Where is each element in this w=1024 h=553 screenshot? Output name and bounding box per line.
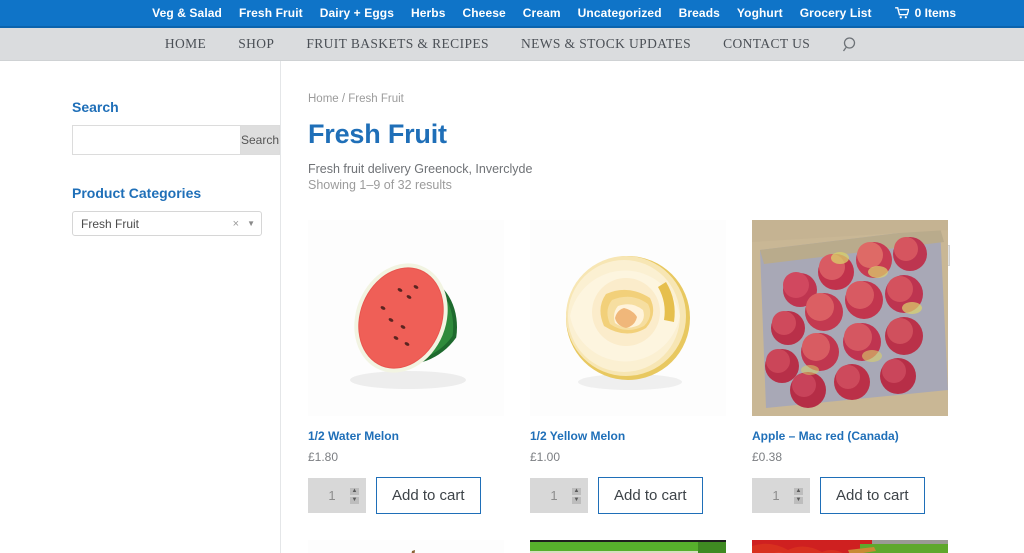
product-price: £1.80 <box>308 450 339 464</box>
search-submit-button[interactable]: Search <box>240 125 281 155</box>
page-title: Fresh Fruit <box>308 119 447 149</box>
product-card <box>308 540 504 553</box>
top-category-nav: Veg & Salad Fresh Fruit Dairy + Eggs Her… <box>152 6 956 20</box>
product-image-strawberries[interactable] <box>752 540 948 553</box>
nav-item-home[interactable]: HOME <box>165 36 206 52</box>
quantity-decrease-icon[interactable]: ▼ <box>572 496 581 504</box>
nav-item-news-stock[interactable]: NEWS & STOCK UPDATES <box>521 36 691 52</box>
quantity-increase-icon[interactable]: ▲ <box>350 487 359 495</box>
breadcrumb-home[interactable]: Home <box>308 93 339 105</box>
quantity-increase-icon[interactable]: ▲ <box>572 487 581 495</box>
quantity-decrease-icon[interactable]: ▼ <box>794 496 803 504</box>
quantity-stepper[interactable]: 1 ▲ ▼ <box>308 478 366 513</box>
quantity-spinner[interactable]: ▲ ▼ <box>572 487 581 504</box>
product-card <box>752 540 948 553</box>
nav-item-contact-us[interactable]: CONTACT US <box>723 36 810 52</box>
quantity-stepper[interactable]: 1 ▲ ▼ <box>530 478 588 513</box>
product-card: Apple – Mac red (Canada) £0.38 1 ▲ ▼ Add… <box>752 220 948 514</box>
topbar-link-uncategorized[interactable]: Uncategorized <box>578 6 662 20</box>
main-navigation: HOME SHOP FRUIT BASKETS & RECIPES NEWS &… <box>0 28 1024 61</box>
product-image-watermelon[interactable] <box>308 220 504 416</box>
topbar-link-grocery-list[interactable]: Grocery List <box>800 6 872 20</box>
product-title[interactable]: 1/2 Water Melon <box>308 429 504 443</box>
top-category-bar: Veg & Salad Fresh Fruit Dairy + Eggs Her… <box>0 0 1024 28</box>
cart-button[interactable]: 0 Items <box>894 6 956 20</box>
quantity-stepper[interactable]: 1 ▲ ▼ <box>752 478 810 513</box>
quantity-increase-icon[interactable]: ▲ <box>794 487 803 495</box>
breadcrumb: Home / Fresh Fruit <box>308 93 950 105</box>
nav-item-shop[interactable]: SHOP <box>238 36 274 52</box>
product-cart-row: 1 ▲ ▼ Add to cart <box>530 477 726 514</box>
product-image-green-pears[interactable] <box>530 540 726 553</box>
product-categories-widget: Product Categories Fresh Fruit × ▼ <box>72 185 262 236</box>
product-title[interactable]: Apple – Mac red (Canada) <box>752 429 948 443</box>
search-form: Search <box>72 125 281 155</box>
product-image-apple-stem[interactable] <box>308 540 504 553</box>
result-count: Showing 1–9 of 32 results <box>308 178 452 192</box>
sidebar: Search Search Product Categories Fresh F… <box>0 61 281 553</box>
add-to-cart-button[interactable]: Add to cart <box>820 477 925 514</box>
quantity-spinner[interactable]: ▲ ▼ <box>350 487 359 504</box>
nav-item-fruit-baskets[interactable]: FRUIT BASKETS & RECIPES <box>306 36 489 52</box>
search-icon[interactable] <box>842 36 859 53</box>
product-card <box>530 540 726 553</box>
product-categories-select[interactable]: Fresh Fruit × ▼ <box>72 211 262 236</box>
breadcrumb-current: Fresh Fruit <box>348 93 404 105</box>
product-card: 1/2 Yellow Melon £1.00 1 ▲ ▼ Add to cart <box>530 220 726 514</box>
product-categories-title: Product Categories <box>72 185 202 201</box>
topbar-link-herbs[interactable]: Herbs <box>411 6 446 20</box>
add-to-cart-button[interactable]: Add to cart <box>376 477 481 514</box>
topbar-link-cheese[interactable]: Cheese <box>462 6 505 20</box>
product-cart-row: 1 ▲ ▼ Add to cart <box>308 477 504 514</box>
quantity-decrease-icon[interactable]: ▼ <box>350 496 359 504</box>
topbar-link-yoghurt[interactable]: Yoghurt <box>737 6 783 20</box>
search-widget: Search Search <box>72 99 281 155</box>
product-image-red-apples[interactable] <box>752 220 948 416</box>
cart-item-count: 0 Items <box>914 6 956 20</box>
search-widget-title: Search <box>72 99 119 115</box>
chevron-down-icon[interactable]: ▼ <box>247 219 255 228</box>
topbar-link-cream[interactable]: Cream <box>523 6 561 20</box>
product-price: £1.00 <box>530 450 561 464</box>
breadcrumb-separator: / <box>338 93 349 105</box>
product-cart-row: 1 ▲ ▼ Add to cart <box>752 477 948 514</box>
product-grid: 1/2 Water Melon £1.80 1 ▲ ▼ Add to cart <box>308 220 950 553</box>
product-card: 1/2 Water Melon £1.80 1 ▲ ▼ Add to cart <box>308 220 504 514</box>
shopping-cart-icon <box>894 7 909 19</box>
main-content: Home / Fresh Fruit Fresh Fruit Fresh fru… <box>281 61 1024 553</box>
product-price: £0.38 <box>752 450 783 464</box>
product-image-yellow-melon[interactable] <box>530 220 726 416</box>
search-input[interactable] <box>72 125 240 155</box>
page-body: Search Search Product Categories Fresh F… <box>0 61 1024 553</box>
topbar-link-dairy-eggs[interactable]: Dairy + Eggs <box>320 6 394 20</box>
topbar-link-fresh-fruit[interactable]: Fresh Fruit <box>239 6 303 20</box>
add-to-cart-button[interactable]: Add to cart <box>598 477 703 514</box>
clear-selection-icon[interactable]: × <box>233 218 239 230</box>
product-categories-selected-value: Fresh Fruit <box>81 216 140 231</box>
topbar-link-breads[interactable]: Breads <box>679 6 720 20</box>
product-title[interactable]: 1/2 Yellow Melon <box>530 429 726 443</box>
quantity-spinner[interactable]: ▲ ▼ <box>794 487 803 504</box>
topbar-link-veg-salad[interactable]: Veg & Salad <box>152 6 222 20</box>
category-description: Fresh fruit delivery Greenock, Inverclyd… <box>308 162 533 176</box>
